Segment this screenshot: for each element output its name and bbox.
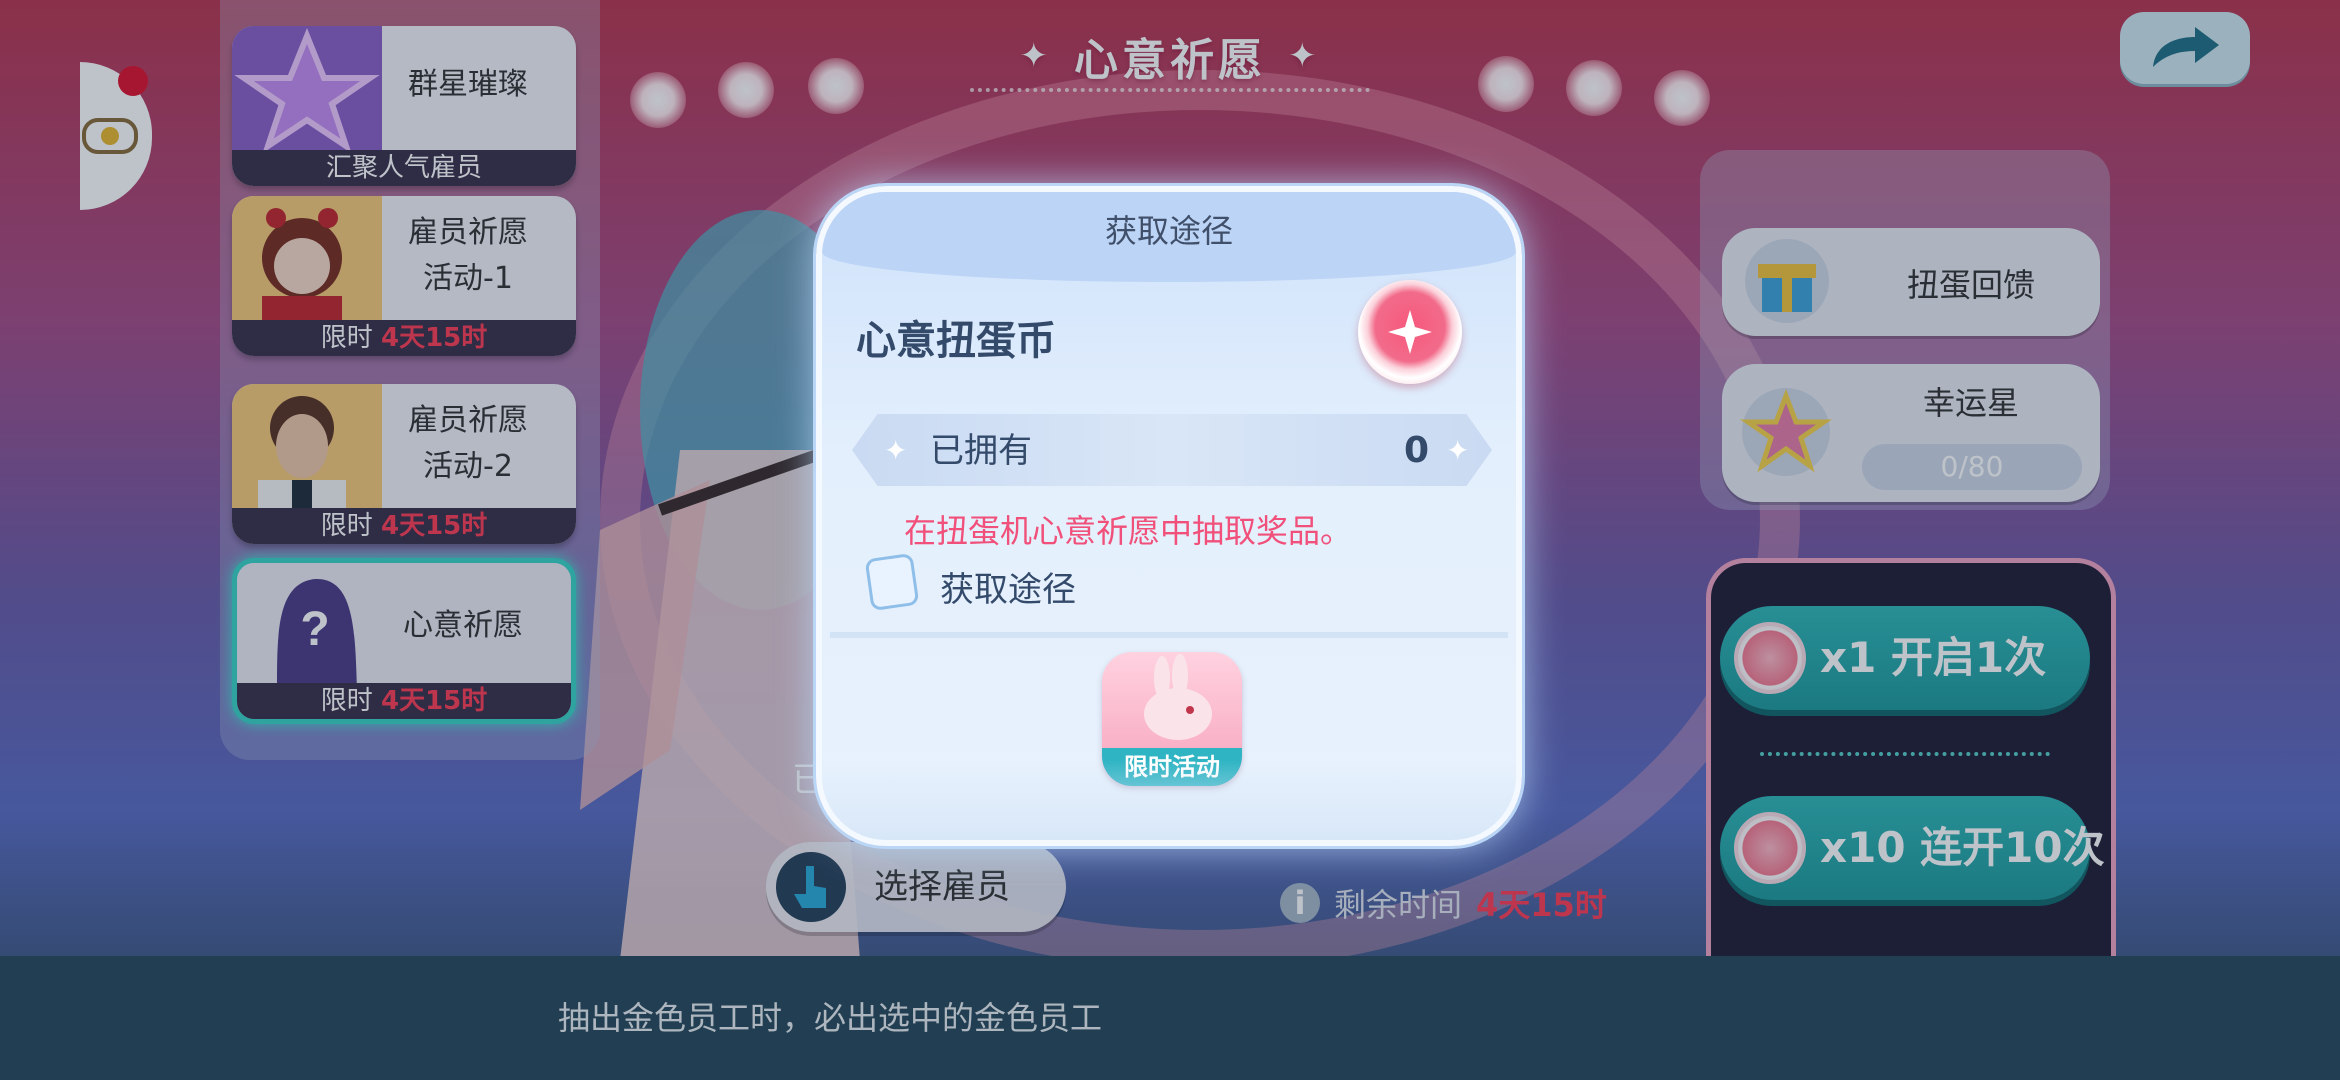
acquisition-modal: 获取途径 心意扭蛋币 ✦ 已拥有 0 ✦ 在扭蛋机心意祈愿中抽取奖品。 获取途径…	[816, 186, 1522, 846]
bunny-icon	[1144, 654, 1212, 740]
wish-coin-icon	[1358, 280, 1462, 384]
modal-footer	[822, 760, 1516, 840]
item-name: 心意扭蛋币	[856, 318, 1056, 364]
source-label: 获取途径	[940, 570, 1076, 610]
modal-title: 获取途径	[1104, 212, 1233, 250]
owned-label: 已拥有	[930, 431, 1032, 471]
item-description: 在扭蛋机心意祈愿中抽取奖品。	[904, 512, 1353, 550]
sparkle-icon: ✦	[884, 434, 908, 467]
owned-value: 0	[1404, 430, 1430, 471]
document-icon	[864, 552, 920, 612]
divider	[830, 632, 1508, 638]
sparkle-icon: ✦	[1446, 434, 1470, 467]
